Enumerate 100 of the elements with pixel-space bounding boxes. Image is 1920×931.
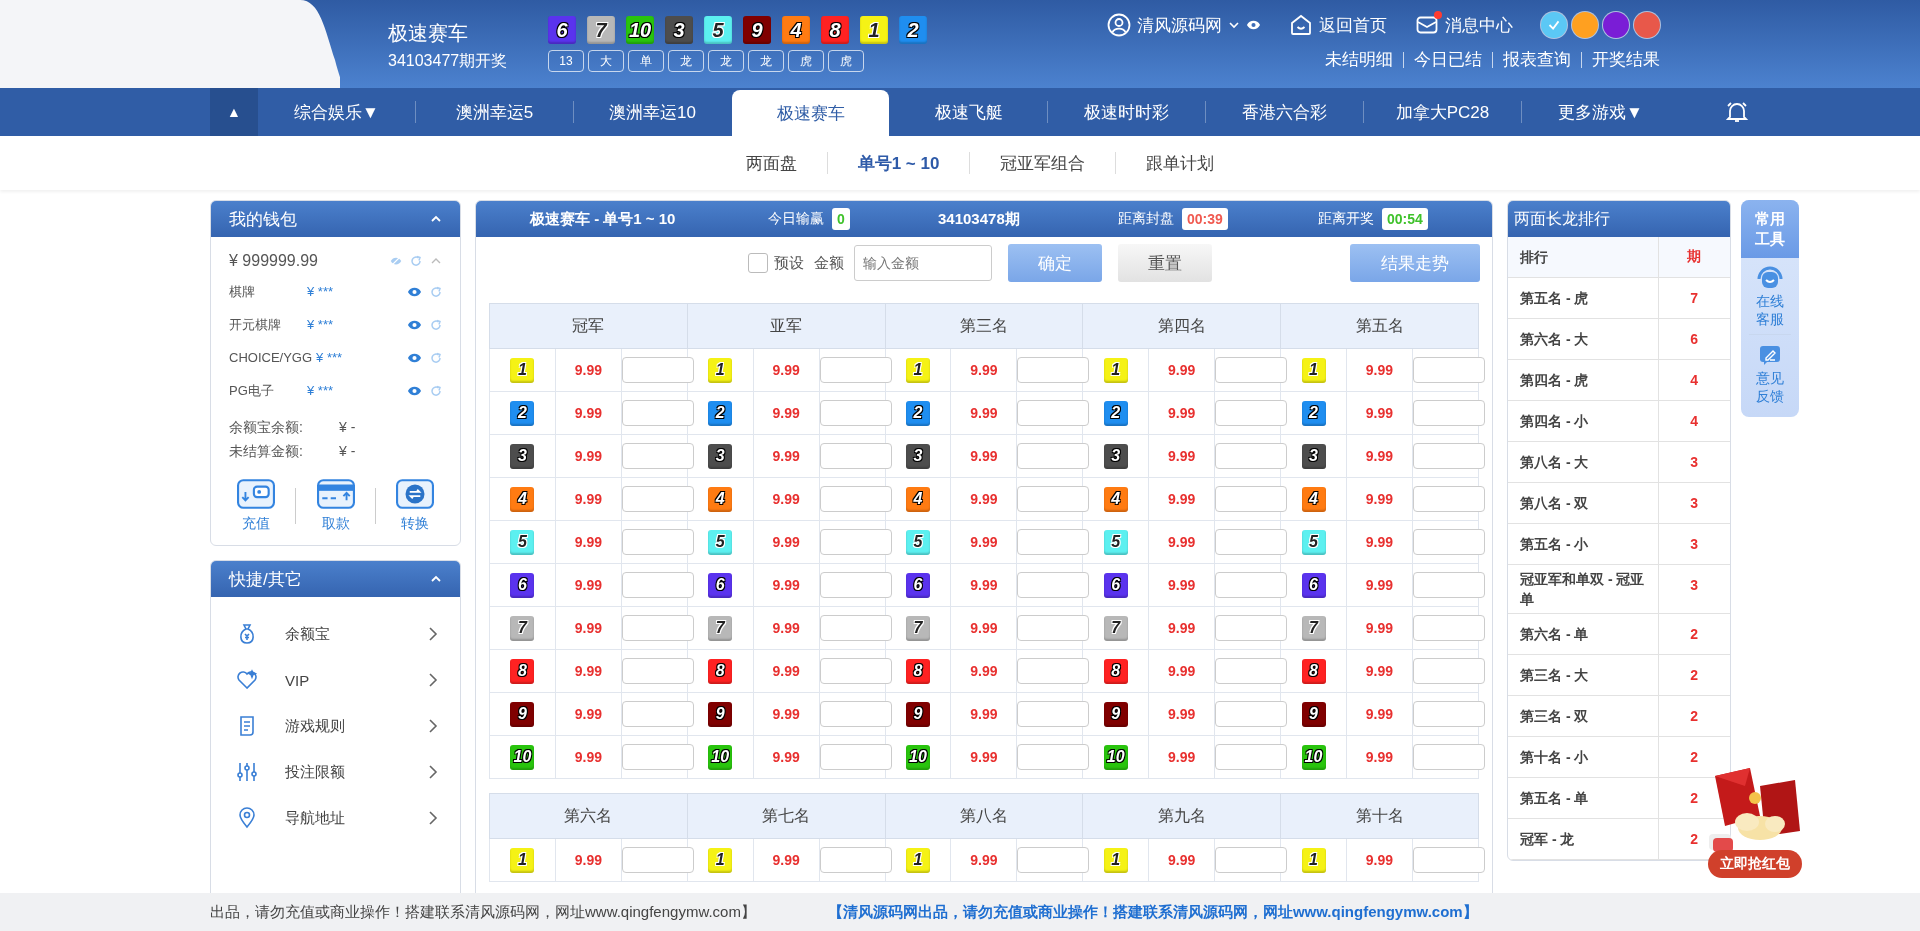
header-link[interactable]: 开奖结果 <box>1592 48 1660 71</box>
bet-input[interactable] <box>1215 701 1288 727</box>
nav-tab[interactable]: 极速时时彩 <box>1048 88 1205 136</box>
bet-input[interactable] <box>819 529 892 555</box>
bet-input[interactable] <box>819 486 892 512</box>
bet-input[interactable] <box>621 701 694 727</box>
theme-swatch[interactable] <box>1572 12 1598 38</box>
bet-input[interactable] <box>621 615 694 641</box>
eye-icon[interactable] <box>407 318 422 331</box>
eye-icon[interactable] <box>1246 19 1261 31</box>
bet-input[interactable] <box>1017 701 1090 727</box>
nav-tab[interactable]: 更多游戏▼ <box>1522 88 1679 136</box>
sub-tab[interactable]: 跟单计划 <box>1116 151 1245 175</box>
bet-input[interactable] <box>1412 658 1485 684</box>
bet-input[interactable] <box>1215 486 1288 512</box>
theme-swatch[interactable] <box>1603 12 1629 38</box>
bet-input[interactable] <box>1215 357 1288 383</box>
bet-input[interactable] <box>819 847 892 873</box>
bet-input[interactable] <box>819 701 892 727</box>
bet-input[interactable] <box>1412 486 1485 512</box>
bet-input[interactable] <box>1215 572 1288 598</box>
eye-icon[interactable] <box>407 285 422 298</box>
bet-input[interactable] <box>1017 357 1090 383</box>
bet-input[interactable] <box>819 615 892 641</box>
sub-tab[interactable]: 两面盘 <box>715 151 827 175</box>
sub-tab[interactable]: 冠亚军组合 <box>970 151 1116 175</box>
refresh-icon[interactable] <box>430 318 442 331</box>
wallet-action[interactable]: 取款 <box>316 479 355 533</box>
quick-link[interactable]: 游戏规则 <box>211 703 460 749</box>
bet-input[interactable] <box>621 443 694 469</box>
nav-tab[interactable]: 澳洲幸运5 <box>416 88 573 136</box>
bet-input[interactable] <box>1215 744 1288 770</box>
bell-icon[interactable] <box>1725 100 1749 124</box>
bet-input[interactable] <box>1412 744 1485 770</box>
bet-input[interactable] <box>1017 529 1090 555</box>
bet-input[interactable] <box>1017 572 1090 598</box>
eye-slash-icon[interactable] <box>390 255 402 267</box>
bet-input[interactable] <box>1215 529 1288 555</box>
home-link[interactable]: 返回首页 <box>1319 13 1387 37</box>
sub-tab[interactable]: 单号1 ~ 10 <box>827 151 970 175</box>
bet-input[interactable] <box>1412 357 1485 383</box>
bet-input[interactable] <box>621 400 694 426</box>
bet-input[interactable] <box>1412 572 1485 598</box>
bet-input[interactable] <box>621 529 694 555</box>
collapse-button[interactable]: ▲ <box>210 88 258 136</box>
bet-input[interactable] <box>1412 701 1485 727</box>
bet-input[interactable] <box>621 486 694 512</box>
header-link[interactable]: 未结明细 <box>1325 48 1393 71</box>
bet-input[interactable] <box>1215 847 1288 873</box>
bet-input[interactable] <box>1412 615 1485 641</box>
bet-input[interactable] <box>1017 744 1090 770</box>
wallet-action[interactable]: 充值 <box>237 479 275 533</box>
user-menu[interactable]: 清风源码网 <box>1137 13 1222 37</box>
bet-input[interactable] <box>819 400 892 426</box>
bet-input[interactable] <box>1017 658 1090 684</box>
quick-link[interactable]: 余额宝 <box>211 611 460 657</box>
bet-input[interactable] <box>1412 529 1485 555</box>
bet-input[interactable] <box>621 847 694 873</box>
amount-input[interactable]: 输入金额 <box>854 245 992 281</box>
bet-input[interactable] <box>1017 615 1090 641</box>
bet-input[interactable] <box>819 744 892 770</box>
bet-input[interactable] <box>819 357 892 383</box>
refresh-icon[interactable] <box>430 384 442 397</box>
eye-icon[interactable] <box>407 384 422 397</box>
bet-input[interactable] <box>621 658 694 684</box>
bet-input[interactable] <box>621 357 694 383</box>
bet-input[interactable] <box>1215 443 1288 469</box>
bet-input[interactable] <box>1215 658 1288 684</box>
bet-input[interactable] <box>1412 400 1485 426</box>
reset-button[interactable]: 重置 <box>1118 244 1212 282</box>
refresh-icon[interactable] <box>430 351 442 364</box>
nav-tab[interactable]: 综合娱乐▼ <box>258 88 415 136</box>
eye-icon[interactable] <box>407 351 422 364</box>
bet-input[interactable] <box>1017 443 1090 469</box>
refresh-icon[interactable] <box>410 255 422 267</box>
nav-tab[interactable]: 极速赛车 <box>732 90 889 136</box>
bet-input[interactable] <box>819 572 892 598</box>
bet-input[interactable] <box>621 744 694 770</box>
theme-swatch[interactable] <box>1634 12 1660 38</box>
quick-link[interactable]: 投注限额 <box>211 749 460 795</box>
bet-input[interactable] <box>1017 486 1090 512</box>
nav-tab[interactable]: 极速飞艇 <box>890 88 1047 136</box>
refresh-icon[interactable] <box>430 285 442 298</box>
bet-input[interactable] <box>1412 847 1485 873</box>
bet-input[interactable] <box>1215 400 1288 426</box>
message-center-link[interactable]: 消息中心 <box>1445 13 1513 37</box>
nav-tab[interactable]: 香港六合彩 <box>1206 88 1363 136</box>
wallet-action[interactable]: 转换 <box>396 479 434 533</box>
bet-input[interactable] <box>621 572 694 598</box>
bet-input[interactable] <box>1215 615 1288 641</box>
nav-tab[interactable]: 澳洲幸运10 <box>574 88 731 136</box>
bet-input[interactable] <box>819 443 892 469</box>
bet-input[interactable] <box>1017 400 1090 426</box>
bet-input[interactable] <box>1017 847 1090 873</box>
bet-input[interactable] <box>819 658 892 684</box>
header-link[interactable]: 今日已结 <box>1414 48 1482 71</box>
preset-checkbox[interactable] <box>748 253 768 273</box>
chevron-down-icon[interactable] <box>1228 19 1240 31</box>
theme-swatch[interactable] <box>1541 12 1567 38</box>
header-link[interactable]: 报表查询 <box>1503 48 1571 71</box>
